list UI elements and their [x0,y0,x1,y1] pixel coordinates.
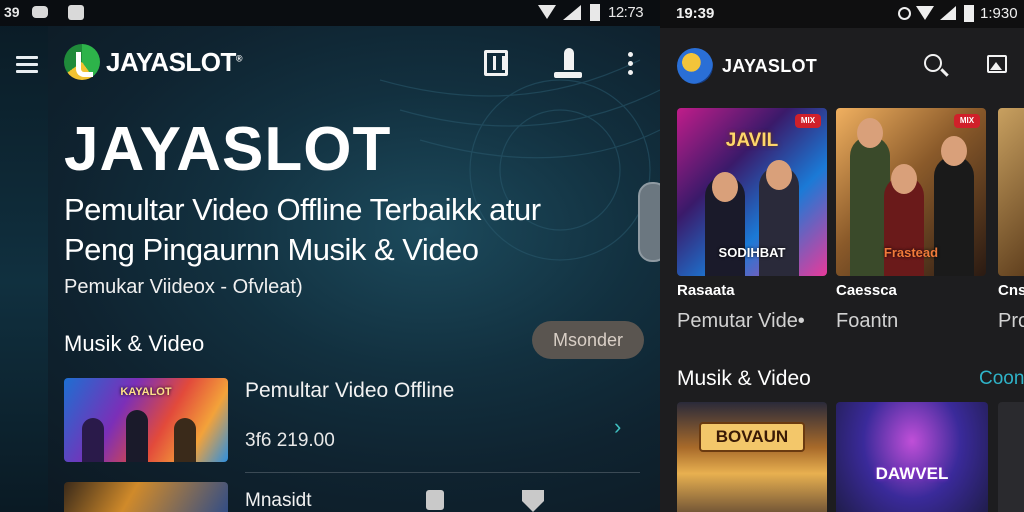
card-figure-head [891,164,917,194]
card-figure-head [766,160,792,190]
hero-subtitle-line1: Pemultar Video Offline Terbaikk atur [64,192,541,227]
card-subcaption: Pemutar Vide• [677,310,805,332]
signal-icon [940,6,956,20]
list-item-title[interactable]: Pemultar Video Offline [245,379,454,403]
app-notification-icon [68,5,84,20]
section-title: Musik & Video [64,331,205,356]
signal-icon [563,5,581,20]
card-subcaption: Pro [998,310,1024,332]
video-thumbnail[interactable] [64,482,228,512]
cast-icon[interactable] [484,50,508,76]
battery-icon [964,5,974,22]
card-figure-head [941,136,967,166]
alarm-icon [898,7,911,20]
thumbnail-figure [126,410,148,462]
thumbnail-title: KAYALOT [120,386,172,398]
video-card[interactable] [998,108,1024,276]
card-figure-head [712,172,738,202]
video-card[interactable] [998,402,1024,512]
video-card[interactable]: MIX Frastead [836,108,986,276]
hero-title: JAYASLOT [64,115,392,184]
card-caption: Caessca [836,282,897,299]
card-figure-head [857,118,883,148]
section-link[interactable]: Coon [979,368,1024,390]
divider [245,472,640,473]
hero-caption: Pemukar Viideox - Ofvleat) [64,276,303,298]
card-caption-art: SODIHBAT [718,245,786,260]
logo-icon [64,44,100,80]
thumbnail-figure [174,418,196,462]
menu-icon[interactable] [16,56,38,74]
card-title: JAVIL [725,130,779,151]
heart-icon[interactable] [522,490,544,512]
side-drawer-handle[interactable] [638,182,660,262]
status-bar: 39 12:73 [0,0,660,26]
video-thumbnail[interactable]: KAYALOT [64,378,228,462]
hero-subtitle: Pemultar Video Offline Terbaikk atur Pen… [64,190,624,270]
card-caption-art: Frastead [883,245,939,260]
card-title: BOVAUN [699,422,805,452]
video-card[interactable]: BOVAUN [677,402,827,512]
status-bar: 19:39 1:930 [660,0,1024,28]
card-badge: MIX [795,114,821,128]
card-subcaption: Foantn [836,310,899,332]
card-caption: Cns [998,282,1024,299]
video-card[interactable]: DAWVEL [836,402,988,512]
list-item-title[interactable]: Mnasidt [245,490,312,512]
list-item-price: 3f6 219.00 [245,430,335,451]
logo-icon [677,48,713,84]
battery-icon [590,4,600,21]
more-vert-icon[interactable] [628,52,634,76]
image-icon[interactable] [987,55,1007,73]
status-time: 39 [4,4,20,20]
section-title: Musik & Video [677,367,811,390]
card-caption: Rasaata [677,282,735,299]
card-title: DAWVEL [875,464,949,483]
file-icon[interactable] [426,490,444,510]
status-time: 19:39 [676,5,715,22]
search-icon[interactable] [924,54,942,72]
wifi-icon [916,6,934,20]
status-clock: 12:73 [608,4,644,21]
section-action-button[interactable]: Msonder [532,321,644,359]
right-phone-screen: 19:39 1:930 JAYASLOT MIX JAVIL SODIHBAT … [660,0,1024,512]
thumbnail-figure [82,418,104,462]
hero-subtitle-line2: Peng Pingaurnn Musik & Video [64,232,479,267]
screen: 39 12:73 JAYASLOT® JAYASLOT Pemultar Vid… [0,0,1024,512]
video-card[interactable]: MIX JAVIL SODIHBAT [677,108,827,276]
download-icon[interactable] [554,48,582,78]
background-crowd [0,0,48,512]
app-name: JAYASLOT [722,56,818,76]
app-name: JAYASLOT® [106,47,243,77]
wifi-icon [538,5,556,19]
notification-icon [32,6,48,18]
chevron-right-icon[interactable]: › [614,414,621,440]
left-phone-screen: 39 12:73 JAYASLOT® JAYASLOT Pemultar Vid… [0,0,660,512]
card-badge: MIX [954,114,980,128]
status-clock: 1:930 [980,5,1018,22]
